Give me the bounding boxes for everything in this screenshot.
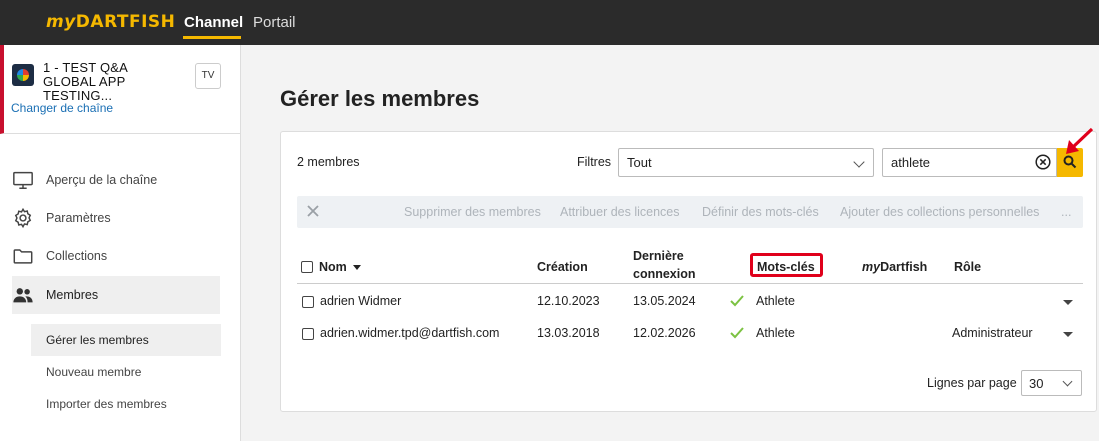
sidebar-subitem-import-members[interactable]: Importer des membres bbox=[31, 388, 221, 420]
sidebar-subitem-manage-members[interactable]: Gérer les membres bbox=[31, 324, 221, 356]
rows-per-page-value: 30 bbox=[1029, 376, 1044, 391]
select-all-checkbox[interactable] bbox=[301, 261, 313, 273]
filter-select-value: Tout bbox=[627, 155, 652, 170]
keywords-highlight-annotation bbox=[750, 253, 823, 277]
keyword-value: Athlete bbox=[756, 294, 795, 308]
channel-title: 1 - TEST Q&A GLOBAL APP TESTING... bbox=[43, 60, 128, 103]
mydartfish-logo[interactable]: myDARTFISH bbox=[46, 12, 175, 32]
sidebar-item-label: Membres bbox=[46, 288, 99, 302]
column-header-role[interactable]: Rôle bbox=[954, 258, 981, 276]
row-menu-chevron-icon[interactable] bbox=[1063, 300, 1073, 305]
filter-select[interactable]: Tout bbox=[618, 148, 874, 177]
member-name[interactable]: adrien.widmer.tpd@dartfish.com bbox=[320, 326, 499, 340]
chevron-down-icon bbox=[853, 156, 865, 168]
change-channel-link[interactable]: Changer de chaîne bbox=[11, 101, 113, 115]
column-header-mydartfish[interactable]: myDartfish bbox=[862, 258, 927, 276]
people-icon bbox=[13, 288, 33, 303]
rows-per-page-label: Lignes par page bbox=[927, 376, 1017, 390]
tv-button[interactable]: TV bbox=[195, 63, 221, 89]
member-count: 2 membres bbox=[297, 155, 360, 169]
column-header-last-login[interactable]: Dernière connexion bbox=[633, 247, 696, 283]
role-value: Administrateur bbox=[952, 326, 1033, 340]
last-login-date: 13.05.2024 bbox=[633, 294, 696, 308]
more-actions-button[interactable]: ... bbox=[1061, 205, 1071, 219]
add-personal-collections-button[interactable]: Ajouter des collections personnelles bbox=[840, 205, 1039, 219]
filters-label: Filtres bbox=[577, 155, 612, 169]
close-icon[interactable] bbox=[306, 204, 320, 218]
row-menu-chevron-icon[interactable] bbox=[1063, 332, 1073, 337]
delete-members-button[interactable]: Supprimer des membres bbox=[404, 205, 541, 219]
search-input-value: athlete bbox=[891, 155, 931, 170]
search-input[interactable]: athlete bbox=[882, 148, 1057, 177]
channel-selector: 1 - TEST Q&A GLOBAL APP TESTING... TV Ch… bbox=[0, 45, 240, 134]
sidebar-item-label: Collections bbox=[46, 249, 108, 263]
check-icon bbox=[730, 327, 744, 339]
member-name[interactable]: adrien Widmer bbox=[320, 294, 401, 308]
bulk-action-toolbar: Supprimer des membres Attribuer des lice… bbox=[297, 196, 1083, 228]
sidebar: 1 - TEST Q&A GLOBAL APP TESTING... TV Ch… bbox=[0, 45, 241, 441]
sort-desc-icon bbox=[352, 265, 361, 271]
last-login-date: 12.02.2026 bbox=[633, 326, 696, 340]
top-bar: myDARTFISH Channel Portail bbox=[0, 0, 1099, 45]
column-header-creation[interactable]: Création bbox=[537, 258, 588, 276]
created-date: 13.03.2018 bbox=[537, 326, 600, 340]
row-checkbox[interactable] bbox=[302, 328, 314, 340]
keyword-value: Athlete bbox=[756, 326, 795, 340]
chevron-down-icon bbox=[1062, 376, 1073, 387]
row-checkbox[interactable] bbox=[302, 296, 314, 308]
set-keywords-button[interactable]: Définir des mots-clés bbox=[702, 205, 819, 219]
column-header-name[interactable]: Nom bbox=[319, 258, 361, 276]
folder-icon bbox=[13, 249, 33, 264]
sidebar-item-overview[interactable]: Aperçu de la chaîne bbox=[12, 161, 220, 199]
sidebar-item-label: Aperçu de la chaîne bbox=[46, 173, 158, 187]
monitor-icon bbox=[13, 171, 33, 189]
assign-licenses-button[interactable]: Attribuer des licences bbox=[560, 205, 680, 219]
created-date: 12.10.2023 bbox=[537, 294, 600, 308]
header-divider bbox=[297, 283, 1083, 284]
check-icon bbox=[730, 295, 744, 307]
channel-logo-icon bbox=[12, 64, 34, 86]
annotation-arrow-icon bbox=[1066, 127, 1094, 154]
sidebar-item-settings[interactable]: Paramètres bbox=[12, 199, 220, 237]
tab-channel[interactable]: Channel bbox=[184, 14, 243, 31]
active-tab-indicator bbox=[183, 36, 241, 39]
sidebar-item-label: Paramètres bbox=[46, 211, 111, 225]
sidebar-subitem-new-member[interactable]: Nouveau membre bbox=[31, 356, 221, 388]
gear-icon bbox=[14, 207, 32, 229]
clear-search-icon[interactable] bbox=[1035, 154, 1051, 170]
sidebar-item-collections[interactable]: Collections bbox=[12, 237, 220, 275]
rows-per-page-select[interactable]: 30 bbox=[1021, 370, 1082, 396]
tab-portail[interactable]: Portail bbox=[253, 14, 296, 31]
sidebar-item-members[interactable]: Membres bbox=[12, 276, 220, 314]
page-title: Gérer les membres bbox=[280, 86, 480, 111]
members-panel: 2 membres Filtres Tout athlete Supprimer… bbox=[280, 131, 1097, 412]
